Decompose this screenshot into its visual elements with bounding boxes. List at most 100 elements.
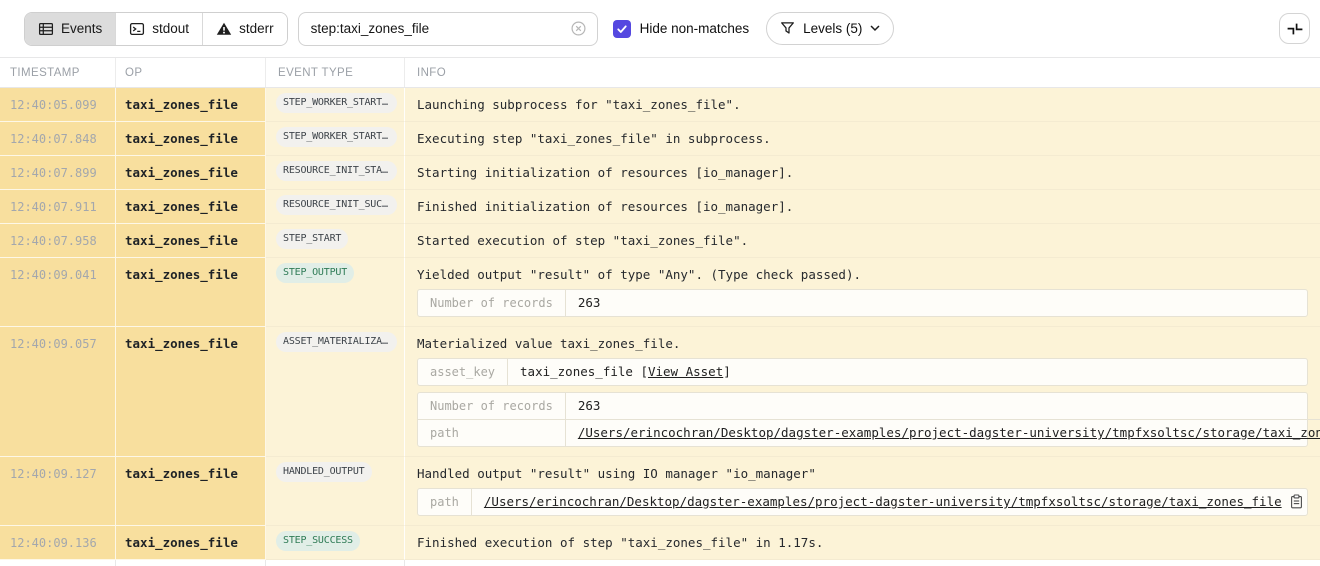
event-row: 12:40:07.911 taxi_zones_file RESOURCE_IN… xyxy=(0,190,1320,224)
event-info: Yielded output "result" of type "Any". (… xyxy=(405,258,1320,327)
levels-label: Levels (5) xyxy=(803,21,862,36)
event-row: 12:40:07.848 taxi_zones_file STEP_WORKER… xyxy=(0,122,1320,156)
event-log-toolbar: Events stdout xyxy=(0,0,1320,57)
metadata-row: Number of records263 xyxy=(418,393,1320,419)
event-timestamp[interactable]: 12:40:05.099 xyxy=(0,88,116,122)
view-tabs: Events stdout xyxy=(24,12,288,46)
copy-path-icon[interactable] xyxy=(1290,494,1303,509)
header-event-type: EVENT TYPE xyxy=(266,58,405,87)
event-info: Started execution of step "taxi_zones_fi… xyxy=(405,224,1320,258)
event-message: Yielded output "result" of type "Any". (… xyxy=(417,267,1308,282)
event-table-header: TIMESTAMP OP EVENT TYPE INFO xyxy=(0,57,1320,88)
event-row: 12:40:09.041 taxi_zones_file STEP_OUTPUT… xyxy=(0,258,1320,327)
metadata-row: path/Users/erincochran/Desktop/dagster-e… xyxy=(418,419,1320,446)
event-row: 12:40:09.136 taxi_zones_file STEP_SUCCES… xyxy=(0,526,1320,560)
event-type-badge: ASSET_MATERIALIZAT… xyxy=(276,332,397,352)
metadata-value: /Users/erincochran/Desktop/dagster-examp… xyxy=(472,489,1315,515)
log-filter-field xyxy=(298,12,598,46)
collapse-panel-button[interactable] xyxy=(1279,13,1310,44)
metadata-key: Number of records xyxy=(418,393,566,419)
event-row: 12:40:07.958 taxi_zones_file STEP_START … xyxy=(0,224,1320,258)
event-timestamp[interactable]: 12:40:07.848 xyxy=(0,122,116,156)
metadata-key: path xyxy=(418,419,566,446)
tab-stderr-label: stderr xyxy=(239,21,274,36)
metadata-value: taxi_zones_file [View Asset] xyxy=(508,359,1307,385)
tab-stdout-label: stdout xyxy=(152,21,189,36)
event-type-badge: STEP_WORKER_STARTI… xyxy=(276,93,397,113)
path-link[interactable]: /Users/erincochran/Desktop/dagster-examp… xyxy=(578,425,1320,440)
event-timestamp[interactable]: 12:40:09.136 xyxy=(0,526,116,560)
metadata-value: /Users/erincochran/Desktop/dagster-examp… xyxy=(566,419,1320,446)
event-type-badge: RESOURCE_INIT_STAR… xyxy=(276,161,397,181)
terminal-icon xyxy=(129,21,145,37)
chevron-down-icon xyxy=(870,25,880,32)
event-message: Starting initialization of resources [io… xyxy=(417,165,1308,180)
event-op: taxi_zones_file xyxy=(116,526,266,560)
event-info: Finished execution of step "taxi_zones_f… xyxy=(405,526,1320,560)
header-info: INFO xyxy=(405,58,1320,87)
metadata-value: 263 xyxy=(566,290,1307,316)
event-timestamp[interactable]: 12:40:09.041 xyxy=(0,258,116,327)
metadata-row: path/Users/erincochran/Desktop/dagster-e… xyxy=(418,489,1315,515)
metadata-key: path xyxy=(418,489,472,515)
event-type-badge: STEP_SUCCESS xyxy=(276,531,360,551)
event-log-panel: Events stdout xyxy=(0,0,1320,566)
event-row: 12:40:05.099 taxi_zones_file STEP_WORKER… xyxy=(0,88,1320,122)
collapse-panel-icon xyxy=(1287,21,1303,37)
tab-stderr[interactable]: stderr xyxy=(203,13,287,45)
event-info: Handled output "result" using IO manager… xyxy=(405,457,1320,526)
header-timestamp: TIMESTAMP xyxy=(0,58,116,87)
event-type-badge: STEP_WORKER_STARTED xyxy=(276,127,397,147)
event-timestamp[interactable]: 12:40:09.127 xyxy=(0,457,116,526)
metadata-table: path/Users/erincochran/Desktop/dagster-e… xyxy=(417,488,1308,516)
metadata-row: asset_keytaxi_zones_file [View Asset] xyxy=(418,359,1307,385)
event-type-badge: HANDLED_OUTPUT xyxy=(276,462,372,482)
tab-events-label: Events xyxy=(61,21,102,36)
warning-icon xyxy=(216,21,232,37)
tab-events[interactable]: Events xyxy=(25,13,116,45)
next-row-sliver xyxy=(0,560,1320,566)
event-message: Executing step "taxi_zones_file" in subp… xyxy=(417,131,1308,146)
path-link[interactable]: /Users/erincochran/Desktop/dagster-examp… xyxy=(484,494,1282,509)
clear-filter-icon[interactable] xyxy=(570,20,587,37)
event-info: Materialized value taxi_zones_file. asse… xyxy=(405,327,1320,457)
log-filter-input[interactable] xyxy=(311,21,570,36)
event-message: Started execution of step "taxi_zones_fi… xyxy=(417,233,1308,248)
event-message: Materialized value taxi_zones_file. xyxy=(417,336,1308,351)
event-timestamp[interactable]: 12:40:07.911 xyxy=(0,190,116,224)
metadata-row: Number of records263 xyxy=(418,290,1307,316)
event-row: 12:40:09.057 taxi_zones_file ASSET_MATER… xyxy=(0,327,1320,457)
event-info: Executing step "taxi_zones_file" in subp… xyxy=(405,122,1320,156)
view-asset-link[interactable]: View Asset xyxy=(648,364,723,379)
event-type-badge: STEP_OUTPUT xyxy=(276,263,354,283)
event-timestamp[interactable]: 12:40:07.958 xyxy=(0,224,116,258)
metadata-key: Number of records xyxy=(418,290,566,316)
metadata-table: Number of records263path/Users/erincochr… xyxy=(417,392,1308,447)
event-type-badge: STEP_START xyxy=(276,229,348,249)
event-row: 12:40:07.899 taxi_zones_file RESOURCE_IN… xyxy=(0,156,1320,190)
hide-non-matches-toggle[interactable]: Hide non-matches xyxy=(613,20,750,38)
metadata-value: 263 xyxy=(566,393,1320,419)
event-timestamp[interactable]: 12:40:07.899 xyxy=(0,156,116,190)
event-type-badge: RESOURCE_INIT_SUCC… xyxy=(276,195,397,215)
event-op: taxi_zones_file xyxy=(116,122,266,156)
levels-dropdown[interactable]: Levels (5) xyxy=(766,12,894,45)
event-table-body: 12:40:05.099 taxi_zones_file STEP_WORKER… xyxy=(0,88,1320,560)
event-op: taxi_zones_file xyxy=(116,156,266,190)
event-info: Starting initialization of resources [io… xyxy=(405,156,1320,190)
event-row: 12:40:09.127 taxi_zones_file HANDLED_OUT… xyxy=(0,457,1320,526)
metadata-table: asset_keytaxi_zones_file [View Asset] xyxy=(417,358,1308,386)
event-op: taxi_zones_file xyxy=(116,327,266,457)
event-op: taxi_zones_file xyxy=(116,88,266,122)
event-op: taxi_zones_file xyxy=(116,224,266,258)
filter-funnel-icon xyxy=(780,21,795,36)
hide-non-matches-checkbox[interactable] xyxy=(613,20,631,38)
event-message: Handled output "result" using IO manager… xyxy=(417,466,1308,481)
event-message: Finished initialization of resources [io… xyxy=(417,199,1308,214)
header-op: OP xyxy=(116,58,266,87)
hide-non-matches-label: Hide non-matches xyxy=(640,21,750,36)
tab-stdout[interactable]: stdout xyxy=(116,13,203,45)
event-message: Launching subprocess for "taxi_zones_fil… xyxy=(417,97,1308,112)
event-timestamp[interactable]: 12:40:09.057 xyxy=(0,327,116,457)
metadata-key: asset_key xyxy=(418,359,508,385)
